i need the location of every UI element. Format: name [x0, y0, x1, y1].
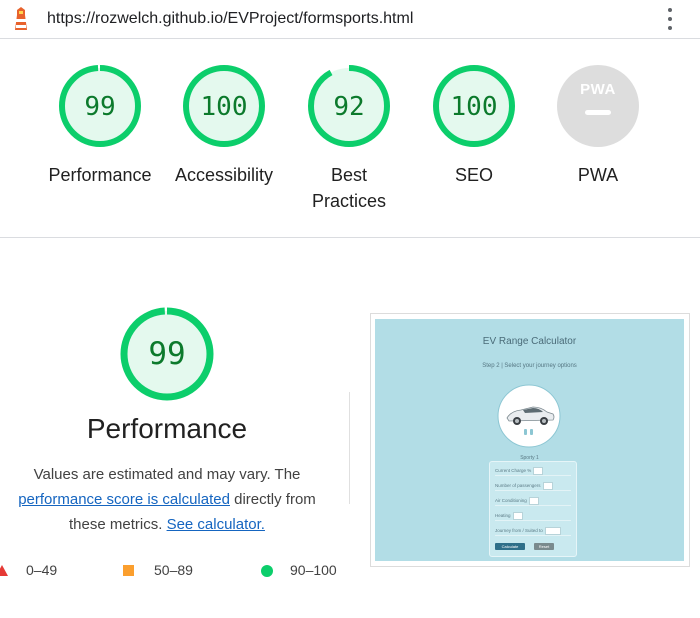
browser-address-bar: https://rozwelch.github.io/EVProject/for… — [0, 0, 700, 39]
score-ring: 100 — [183, 65, 265, 147]
gauge-label: Best Practices — [311, 165, 387, 211]
score-ring: 100 — [433, 65, 515, 147]
vertical-divider — [349, 392, 350, 504]
score-value: 100 — [451, 92, 498, 122]
form-row: Air Conditioning — [495, 496, 571, 506]
gauge-seo[interactable]: 100 SEO — [409, 64, 539, 188]
gauge-label: Performance — [48, 165, 152, 185]
form-row: Journey from / Suited to — [495, 526, 571, 536]
performance-score-link[interactable]: performance score is calculated — [18, 491, 230, 508]
screenshot-page: EV Range Calculator Step 2 | Select your… — [375, 319, 684, 561]
gauge-best-practices[interactable]: 92 Best Practices — [284, 64, 414, 214]
form-row: Number of passengers — [495, 481, 571, 491]
form-row: Current Charge % — [495, 466, 571, 476]
lighthouse-icon — [15, 7, 27, 30]
average-square-icon — [123, 565, 134, 576]
gauge-accessibility[interactable]: 100 Accessibility — [159, 64, 289, 188]
performance-score-gauge: 99 — [120, 307, 214, 401]
fail-triangle-icon — [0, 565, 8, 576]
gauge-label: PWA — [577, 165, 619, 185]
url-text[interactable]: https://rozwelch.github.io/EVProject/for… — [47, 10, 413, 28]
score-value: 99 — [84, 92, 115, 122]
score-ring: 99 — [59, 65, 141, 147]
screenshot-title: EV Range Calculator — [482, 336, 577, 347]
performance-description: Values are estimated and may vary. The p… — [0, 462, 334, 537]
screenshot-form: Current Charge % Number of passengers Ai… — [489, 461, 577, 557]
screenshot-step: Step 2 | Select your journey options — [482, 363, 577, 369]
form-row: Heating — [495, 511, 571, 521]
legend-range-average: 50–89 — [154, 562, 193, 578]
kebab-menu-icon[interactable] — [662, 8, 678, 30]
sports-car-icon — [497, 384, 561, 448]
score-value: 100 — [201, 92, 248, 122]
screenshot-reset-button: Reset — [534, 543, 554, 550]
score-ring: 92 — [308, 65, 390, 147]
final-screenshot: EV Range Calculator Step 2 | Select your… — [370, 313, 690, 567]
gauge-performance[interactable]: 99 Performance — [35, 64, 165, 188]
desc-text-1: Values are estimated and may vary. The — [33, 466, 301, 483]
pwa-badge-icon: PWA — [557, 65, 639, 147]
legend-range-pass: 90–100 — [290, 562, 337, 578]
legend-range-fail: 0–49 — [26, 562, 58, 578]
pwa-badge-text: PWA — [580, 81, 616, 98]
gauge-label: SEO — [454, 165, 493, 185]
performance-title: Performance — [86, 413, 248, 444]
performance-score-value: 99 — [148, 336, 185, 372]
gauge-pwa[interactable]: PWA PWA — [533, 64, 663, 188]
screenshot-calculate-button: Calculate — [495, 543, 525, 550]
section-divider — [0, 237, 700, 238]
pass-circle-icon — [261, 565, 273, 577]
see-calculator-link[interactable]: See calculator. — [167, 516, 265, 533]
gauge-label: Accessibility — [174, 165, 274, 185]
score-value: 92 — [333, 92, 364, 122]
